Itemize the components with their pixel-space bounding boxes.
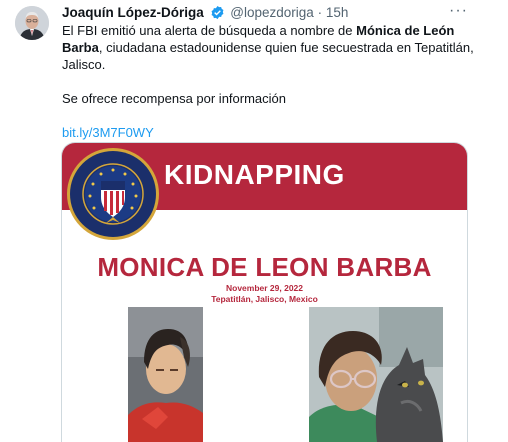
media-card[interactable]: KIDNAPPING MONICA DE LEON BARBA November… (61, 142, 468, 442)
poster-location: Tepatitlán, Jalisco, Mexico (211, 294, 318, 304)
person-photo-right (309, 307, 443, 442)
person-name: MONICA DE LEON BARBA (97, 252, 432, 282)
poster-date: November 29, 2022 (225, 283, 304, 293)
text-line2: Se ofrece recompensa por información (62, 91, 287, 106)
avatar[interactable] (15, 6, 49, 40)
separator: · (317, 5, 323, 20)
author-name[interactable]: Joaquín López-Dóriga (62, 5, 204, 20)
poster-date-location: November 29, 2022 Tepatitlán, Jalisco, M… (62, 283, 467, 305)
fbi-seal-icon (66, 147, 160, 246)
text-part1: El FBI emitió una alerta de búsqueda a n… (62, 23, 357, 38)
author-handle[interactable]: @lopezdoriga (230, 5, 314, 20)
tweet-link[interactable]: bit.ly/3M7F0WY (62, 125, 154, 140)
tweet-text: El FBI emitió una alerta de búsqueda a n… (62, 22, 487, 141)
banner-title: KIDNAPPING (164, 159, 345, 190)
text-part2: , ciudadana estadounidense quien fue sec… (62, 40, 474, 72)
person-photo-left (128, 307, 203, 442)
tweet-time[interactable]: 15h (326, 5, 349, 20)
more-icon[interactable]: ··· (449, 2, 468, 20)
